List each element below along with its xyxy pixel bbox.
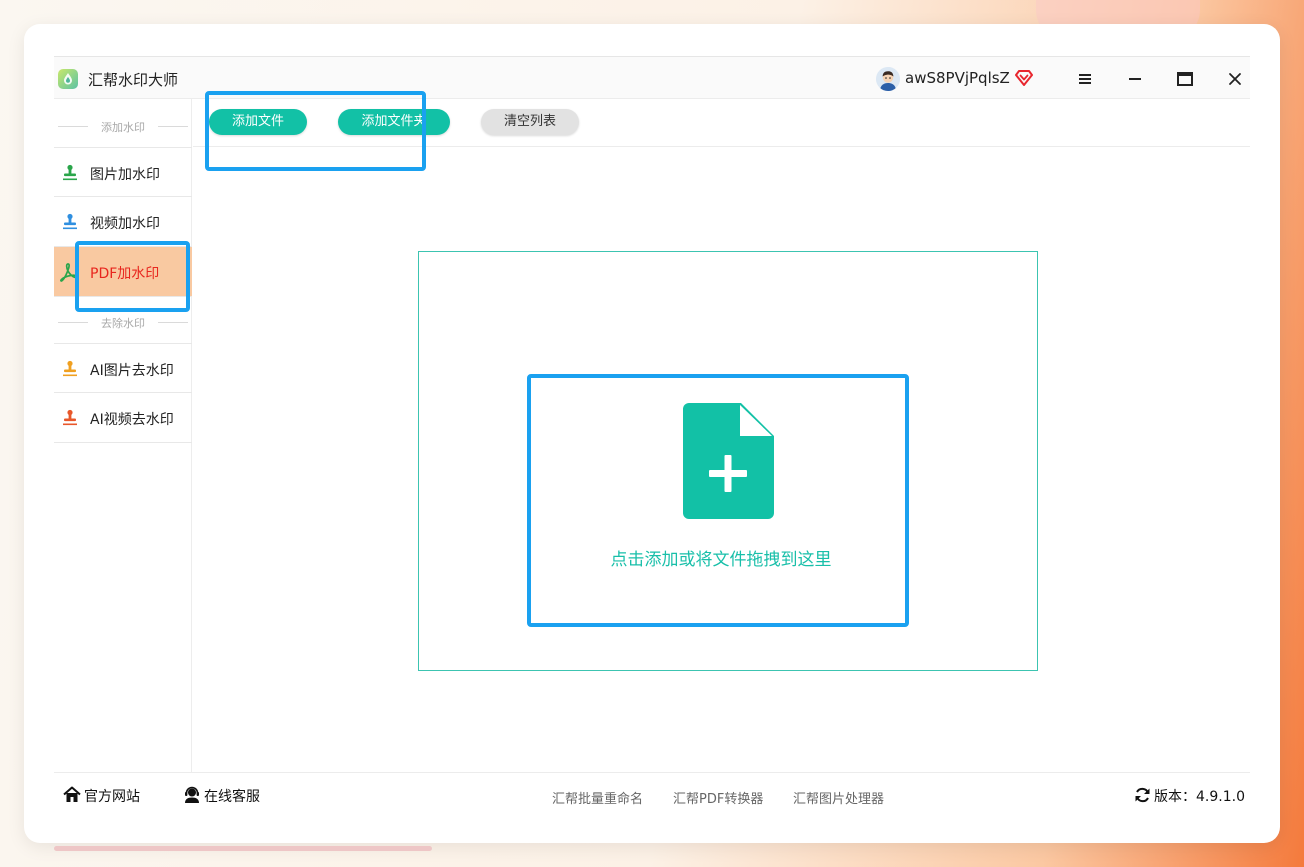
drop-hint-text: 点击添加或将文件拖拽到这里: [610, 550, 832, 570]
sidebar-item-label: AI视频去水印: [90, 412, 174, 428]
user-avatar[interactable]: [876, 67, 900, 91]
sidebar-item-label: 视频加水印: [90, 216, 160, 232]
add-folder-button[interactable]: 添加文件夹: [338, 109, 450, 135]
footer: 官方网站 在线客服 汇帮批量重命名 汇帮PDF转换器 汇帮图片处理器 版本：4.…: [54, 772, 1250, 812]
drop-target[interactable]: 点击添加或将文件拖拽到这里: [531, 377, 911, 627]
add-file-button[interactable]: 添加文件: [209, 109, 307, 135]
toolbar: 添加文件 添加文件夹 清空列表: [193, 99, 1250, 147]
home-icon: [63, 786, 81, 802]
sidebar-item-label: 图片加水印: [90, 167, 160, 183]
stamp-icon: [62, 409, 78, 431]
vip-diamond-icon[interactable]: [1015, 70, 1033, 90]
file-drop-zone[interactable]: 点击添加或将文件拖拽到这里: [418, 251, 1038, 671]
app-window: 汇帮水印大师 awS8PVjPqlsZ 添加水印 图片加水印 视频加水印 PDF…: [54, 56, 1250, 812]
clear-list-button[interactable]: 清空列表: [481, 109, 579, 135]
stamp-icon: [62, 164, 78, 186]
minimize-icon[interactable]: [1124, 68, 1146, 90]
title-bar: 汇帮水印大师 awS8PVjPqlsZ: [54, 57, 1250, 99]
stamp-icon: [62, 213, 78, 235]
sidebar-item-label: AI图片去水印: [90, 363, 174, 379]
bottom-decoration: [54, 846, 432, 851]
refresh-icon: [1135, 787, 1150, 803]
app-title: 汇帮水印大师: [88, 71, 179, 89]
sidebar-item-ai-video-remove[interactable]: AI视频去水印: [54, 393, 192, 443]
pdf-icon: [58, 262, 78, 286]
batch-rename-link[interactable]: 汇帮批量重命名: [552, 788, 643, 807]
sidebar-item-ai-image-remove[interactable]: AI图片去水印: [54, 343, 192, 393]
stamp-icon: [62, 360, 78, 382]
sidebar-section-add: 添加水印: [54, 119, 192, 134]
sidebar-item-video-watermark[interactable]: 视频加水印: [54, 197, 192, 247]
menu-icon[interactable]: [1074, 68, 1096, 90]
pdf-converter-link[interactable]: 汇帮PDF转换器: [673, 788, 763, 807]
image-processor-link[interactable]: 汇帮图片处理器: [793, 788, 884, 807]
sidebar-item-pdf-watermark[interactable]: PDF加水印: [54, 247, 192, 297]
version-label: 版本：4.9.1.0: [1154, 789, 1245, 805]
app-logo-icon: [58, 69, 78, 89]
sidebar-section-remove: 去除水印: [54, 315, 192, 330]
file-add-icon: [683, 403, 775, 523]
sidebar-item-label: PDF加水印: [90, 266, 160, 282]
sidebar: 添加水印 图片加水印 视频加水印 PDF加水印 去除水印 AI图片去水印 AI视…: [54, 99, 192, 772]
sidebar-item-image-watermark[interactable]: 图片加水印: [54, 147, 192, 197]
support-agent-icon: [185, 786, 199, 803]
maximize-icon[interactable]: [1174, 68, 1196, 90]
user-name[interactable]: awS8PVjPqlsZ: [905, 69, 1010, 87]
close-icon[interactable]: [1224, 68, 1246, 90]
